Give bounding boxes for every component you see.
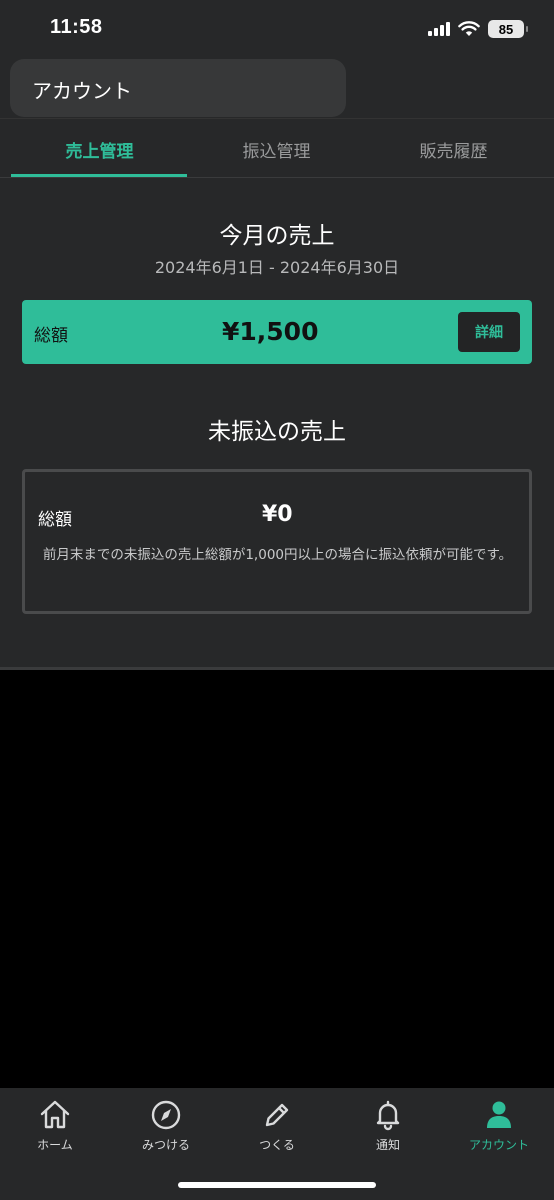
- nav-account-label: アカウント: [468, 1138, 529, 1152]
- nav-discover[interactable]: みつける: [111, 1098, 221, 1158]
- tab-bar: 売上管理 振込管理 販売履歴: [0, 118, 554, 178]
- status-icons: 85: [428, 20, 528, 38]
- compass-icon: [151, 1100, 181, 1130]
- monthly-total-label: 総額: [34, 326, 68, 346]
- cellular-signal-icon: [428, 22, 450, 36]
- tab-transfer-management[interactable]: 振込管理: [188, 119, 365, 179]
- battery-indicator: 85: [488, 20, 528, 38]
- tab-sales-history[interactable]: 販売履歴: [365, 119, 542, 179]
- bell-icon: [376, 1100, 400, 1131]
- monthly-total-amount: ¥1,500: [222, 317, 319, 346]
- monthly-sales-title: 今月の売上: [219, 223, 335, 249]
- status-bar: 11:58 85: [0, 0, 554, 56]
- home-icon: [40, 1100, 70, 1129]
- nav-discover-label: みつける: [141, 1138, 190, 1152]
- page-title-pill: アカウント: [10, 59, 346, 117]
- unpaid-total-label: 総額: [38, 510, 72, 530]
- unpaid-total-amount: ¥0: [262, 502, 293, 527]
- pencil-icon: [265, 1103, 289, 1127]
- unpaid-sales-title: 未振込の売上: [208, 419, 346, 445]
- detail-button[interactable]: 詳細: [458, 312, 520, 352]
- nav-notifications[interactable]: 通知: [333, 1098, 443, 1158]
- nav-account[interactable]: アカウント: [444, 1098, 554, 1158]
- content-divider: [0, 667, 554, 670]
- nav-home[interactable]: ホーム: [0, 1098, 110, 1158]
- sales-period: 2024年6月1日 - 2024年6月30日: [154, 258, 400, 277]
- wifi-icon: [458, 21, 480, 36]
- nav-notifications-label: 通知: [375, 1138, 400, 1152]
- active-tab-indicator: [11, 174, 187, 177]
- unpaid-sales-card: 総額 ¥0 前月末までの未振込の売上総額が1,000円以上の場合に振込依頼が可能…: [22, 469, 532, 614]
- unpaid-transfer-note: 前月末までの未振込の売上総額が1,000円以上の場合に振込依頼が可能です。: [42, 547, 513, 563]
- nav-home-label: ホーム: [37, 1138, 73, 1152]
- tab-sales-management[interactable]: 売上管理: [11, 119, 188, 179]
- status-time: 11:58: [50, 16, 103, 38]
- nav-create[interactable]: つくる: [222, 1098, 332, 1158]
- person-icon: [487, 1101, 511, 1128]
- page-title: アカウント: [32, 79, 132, 103]
- nav-create-label: つくる: [259, 1138, 295, 1152]
- monthly-total-card: 総額 ¥1,500 詳細: [22, 300, 532, 364]
- home-indicator[interactable]: [178, 1182, 376, 1188]
